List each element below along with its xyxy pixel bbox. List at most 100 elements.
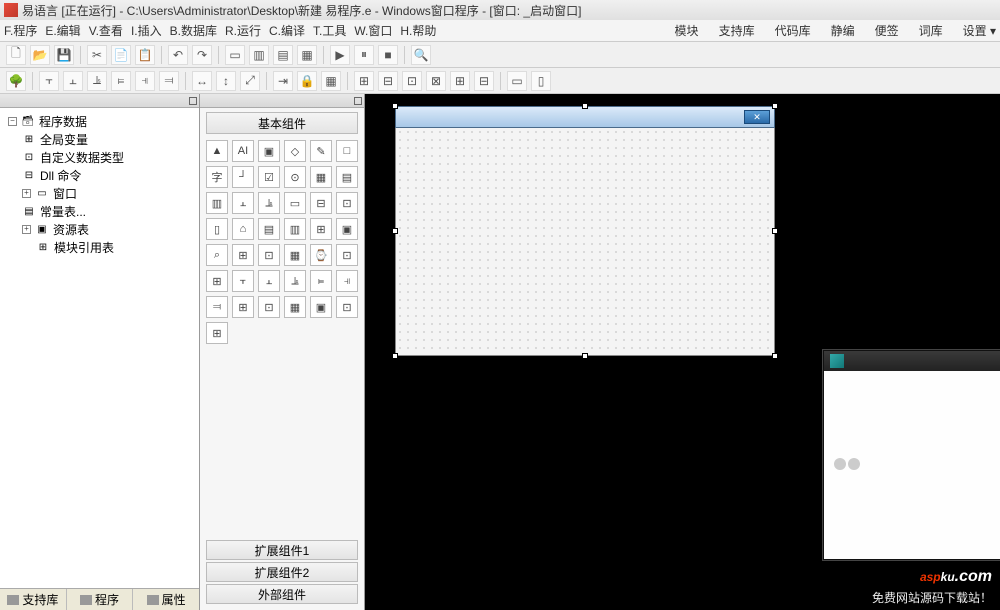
tab-support[interactable]: 支持库	[0, 589, 67, 610]
component-item-12[interactable]: ▥	[206, 192, 228, 214]
stop-button[interactable]: ■	[378, 45, 398, 65]
tree-node-resource[interactable]: +▣资源表	[4, 220, 195, 238]
resize-handle-sw[interactable]	[392, 353, 398, 359]
tree-node-dll[interactable]: ⊟Dll 命令	[4, 166, 195, 184]
component-item-23[interactable]: ▣	[336, 218, 358, 240]
tree-node-moduleref[interactable]: ⊞模块引用表	[4, 238, 195, 256]
undo-button[interactable]: ↶	[168, 45, 188, 65]
expand-icon[interactable]: +	[22, 225, 31, 234]
tree-node-window[interactable]: +▭窗口	[4, 184, 195, 202]
find-button[interactable]: 🔍	[411, 45, 431, 65]
open-button[interactable]: 📂	[30, 45, 50, 65]
rmenu-dict[interactable]: 词库	[919, 22, 943, 39]
tab-program[interactable]: 程序	[67, 589, 134, 610]
design-window-titlebar[interactable]: ✕	[395, 106, 775, 128]
component-item-13[interactable]: ⫠	[232, 192, 254, 214]
resize-handle-s[interactable]	[582, 353, 588, 359]
al4-button[interactable]: ⫢	[111, 71, 131, 91]
component-item-37[interactable]: ⊞	[232, 296, 254, 318]
layout3-button[interactable]: ▤	[273, 45, 293, 65]
grid-button[interactable]: ▦	[321, 71, 341, 91]
c6-button[interactable]: ⊟	[474, 71, 494, 91]
layout2-button[interactable]: ▥	[249, 45, 269, 65]
component-item-6[interactable]: 字	[206, 166, 228, 188]
comp-tab-ext1[interactable]: 扩展组件1	[206, 540, 358, 560]
component-item-27[interactable]: ▦	[284, 244, 306, 266]
component-item-41[interactable]: ⊡	[336, 296, 358, 318]
component-item-32[interactable]: ⫠	[258, 270, 280, 292]
component-item-28[interactable]: ⌚	[310, 244, 332, 266]
rmenu-settings[interactable]: 设置 ▾	[963, 22, 996, 39]
component-item-25[interactable]: ⊞	[232, 244, 254, 266]
pause-button[interactable]: ⏸	[354, 45, 374, 65]
component-item-40[interactable]: ▣	[310, 296, 332, 318]
rmenu-support[interactable]: 支持库	[719, 22, 755, 39]
menu-help[interactable]: H.帮助	[400, 22, 436, 39]
m1-button[interactable]: ▭	[507, 71, 527, 91]
component-item-35[interactable]: ⫣	[336, 270, 358, 292]
al5-button[interactable]: ⫣	[135, 71, 155, 91]
tree-node-const[interactable]: ▤常量表...	[4, 202, 195, 220]
rmenu-codebase[interactable]: 代码库	[775, 22, 811, 39]
layout1-button[interactable]: ▭	[225, 45, 245, 65]
component-item-39[interactable]: ▦	[284, 296, 306, 318]
rmenu-module[interactable]: 模块	[675, 22, 699, 39]
tree-node-types[interactable]: ⊡自定义数据类型	[4, 148, 195, 166]
tab-button[interactable]: ⇥	[273, 71, 293, 91]
component-item-1[interactable]: AI	[232, 140, 254, 162]
resize-handle-nw[interactable]	[392, 103, 398, 109]
comp-tab-ext2[interactable]: 扩展组件2	[206, 562, 358, 582]
c2-button[interactable]: ⊟	[378, 71, 398, 91]
c5-button[interactable]: ⊞	[450, 71, 470, 91]
component-item-10[interactable]: ▦	[310, 166, 332, 188]
component-item-30[interactable]: ⊞	[206, 270, 228, 292]
component-item-11[interactable]: ▤	[336, 166, 358, 188]
design-window-body[interactable]	[395, 128, 775, 356]
sz3-button[interactable]: ⤢	[240, 71, 260, 91]
resize-handle-ne[interactable]	[772, 103, 778, 109]
component-item-4[interactable]: ✎	[310, 140, 332, 162]
tree-root[interactable]: −🗃程序数据	[4, 112, 195, 130]
runtime-popup-window[interactable]: X	[823, 350, 1000, 560]
al6-button[interactable]: ⫤	[159, 71, 179, 91]
component-item-2[interactable]: ▣	[258, 140, 280, 162]
component-item-0[interactable]: ▲	[206, 140, 228, 162]
resize-handle-w[interactable]	[392, 228, 398, 234]
menu-edit[interactable]: E.编辑	[45, 22, 80, 39]
copy-button[interactable]: 📄	[111, 45, 131, 65]
component-item-9[interactable]: ⊙	[284, 166, 306, 188]
menu-run[interactable]: R.运行	[225, 22, 261, 39]
collapse-icon[interactable]: −	[8, 117, 17, 126]
component-item-24[interactable]: ⌕	[206, 244, 228, 266]
component-item-26[interactable]: ⊡	[258, 244, 280, 266]
al2-button[interactable]: ⫠	[63, 71, 83, 91]
component-item-8[interactable]: ☑	[258, 166, 280, 188]
component-item-34[interactable]: ⫢	[310, 270, 332, 292]
tree-button[interactable]: 🌳	[6, 71, 26, 91]
c3-button[interactable]: ⊡	[402, 71, 422, 91]
menu-compile[interactable]: C.编译	[269, 22, 305, 39]
expand-icon[interactable]: +	[22, 189, 31, 198]
resize-handle-e[interactable]	[772, 228, 778, 234]
component-item-20[interactable]: ▤	[258, 218, 280, 240]
design-window-close-button[interactable]: ✕	[744, 110, 770, 124]
component-item-3[interactable]: ◇	[284, 140, 306, 162]
component-item-7[interactable]: ┘	[232, 166, 254, 188]
component-item-22[interactable]: ⊞	[310, 218, 332, 240]
paste-button[interactable]: 📋	[135, 45, 155, 65]
c4-button[interactable]: ⊠	[426, 71, 446, 91]
component-header[interactable]: 基本组件	[206, 112, 358, 134]
sz1-button[interactable]: ↔	[192, 71, 212, 91]
rmenu-note[interactable]: 便签	[875, 22, 899, 39]
rmenu-static[interactable]: 静编	[831, 22, 855, 39]
component-item-16[interactable]: ⊟	[310, 192, 332, 214]
tree-node-globals[interactable]: ⊞全局变量	[4, 130, 195, 148]
component-item-5[interactable]: □	[336, 140, 358, 162]
al1-button[interactable]: ⫟	[39, 71, 59, 91]
design-window[interactable]: ✕	[395, 106, 775, 356]
component-item-31[interactable]: ⫟	[232, 270, 254, 292]
resize-handle-n[interactable]	[582, 103, 588, 109]
menu-program[interactable]: F.程序	[4, 22, 37, 39]
pin-icon[interactable]	[354, 97, 362, 105]
new-button[interactable]: 🗋	[6, 45, 26, 65]
